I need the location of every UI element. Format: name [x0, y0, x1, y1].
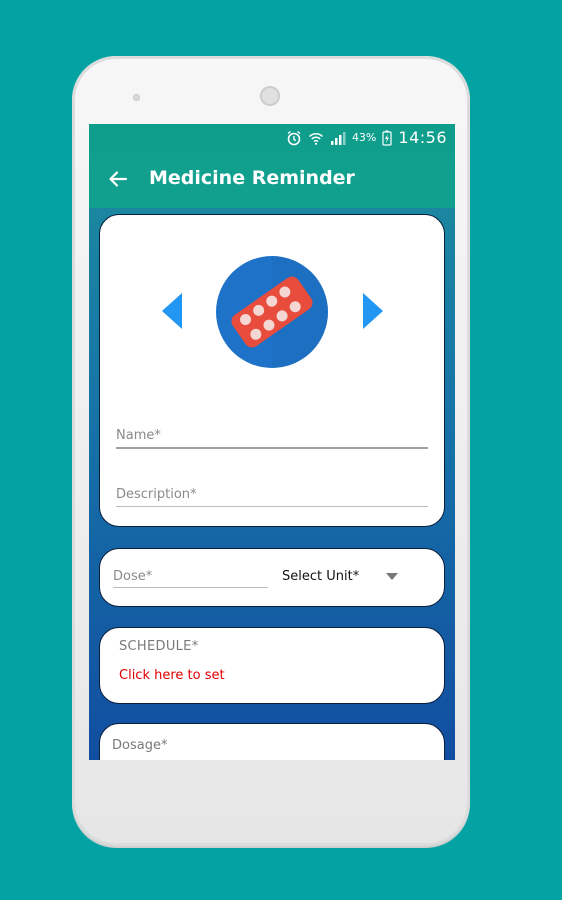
triangle-left-icon[interactable]: [162, 293, 184, 329]
dose-field-underline: [113, 587, 268, 588]
name-field-underline: [116, 447, 428, 449]
status-time: 14:56: [398, 128, 447, 147]
unit-select[interactable]: Select Unit*: [282, 569, 359, 584]
page-title: Medicine Reminder: [149, 167, 355, 189]
screen: 43% 14:56 Medicine Reminder Name* Descri…: [89, 124, 455, 760]
arrow-left-icon[interactable]: [107, 168, 129, 190]
dose-field[interactable]: Dose*: [113, 569, 152, 584]
dosage-card: Dosage*: [99, 723, 445, 760]
status-icons: 43% 14:56: [286, 128, 447, 147]
description-field[interactable]: Description*: [116, 487, 197, 502]
sensor-dot: [133, 94, 140, 101]
battery-percent: 43%: [351, 131, 377, 144]
wifi-icon: [308, 132, 323, 145]
alarm-icon: [287, 130, 301, 145]
description-field-underline: [116, 506, 428, 507]
phone-frame: 43% 14:56 Medicine Reminder Name* Descri…: [72, 56, 470, 846]
triangle-right-icon[interactable]: [361, 293, 383, 329]
name-field[interactable]: Name*: [116, 428, 161, 443]
status-bar: 43% 14:56: [89, 124, 455, 152]
medicine-details-card: Name* Description*: [99, 214, 445, 527]
dosage-label[interactable]: Dosage*: [112, 738, 167, 753]
chevron-down-icon[interactable]: [386, 573, 398, 581]
pill-blister-icon: [216, 256, 328, 368]
schedule-card: SCHEDULE* Click here to set: [99, 627, 445, 704]
dose-card: Dose* Select Unit*: [99, 548, 445, 607]
schedule-label: SCHEDULE*: [119, 639, 199, 654]
signal-icon: [330, 131, 346, 145]
earpiece: [260, 86, 280, 106]
battery-charging-icon: [382, 130, 392, 146]
set-schedule-link[interactable]: Click here to set: [119, 668, 225, 683]
app-bar: Medicine Reminder: [89, 152, 455, 208]
